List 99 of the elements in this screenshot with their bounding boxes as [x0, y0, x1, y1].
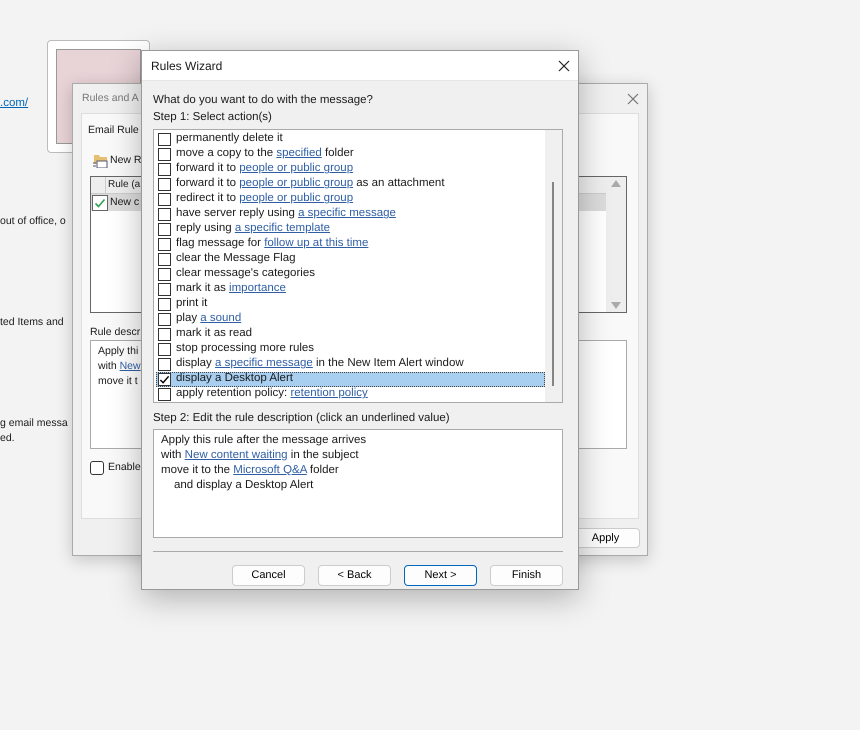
action-text: redirect it to people or public group: [176, 191, 354, 206]
page-link[interactable]: .com/: [0, 95, 28, 112]
checkbox[interactable]: [158, 388, 171, 400]
action-text: have server reply using a specific message: [176, 206, 396, 222]
checkbox-label: Enable: [108, 460, 141, 475]
action-link[interactable]: importance: [229, 282, 286, 294]
dialog-button[interactable]: Finish: [490, 564, 563, 586]
action-text: reply using a specific template: [176, 221, 330, 236]
checkbox[interactable]: [158, 252, 171, 266]
description-link[interactable]: New content waiting: [184, 448, 288, 461]
action-row[interactable]: forward it to people or public group: [156, 162, 545, 176]
checkbox[interactable]: [158, 328, 171, 340]
window-title: Rules and A: [82, 91, 139, 106]
action-text: forward it to people or public group as an attachment: [176, 176, 445, 192]
action-text: mark it as importance: [176, 281, 286, 296]
action-text: print it: [176, 296, 208, 312]
description-link[interactable]: New: [120, 360, 141, 372]
action-text: mark it as read: [176, 326, 252, 342]
checkbox[interactable]: [158, 178, 171, 190]
checkbox[interactable]: [158, 372, 171, 386]
checkbox[interactable]: [158, 192, 171, 206]
action-link[interactable]: people or public group: [239, 177, 354, 190]
checkbox[interactable]: [158, 342, 171, 356]
window-title: Rules Wizard: [151, 58, 222, 74]
action-text: permanently delete it: [176, 131, 283, 146]
checkbox[interactable]: [158, 282, 171, 296]
action-row[interactable]: play a sound: [156, 312, 545, 326]
action-text: apply retention policy: retention policy: [176, 386, 368, 402]
action-row[interactable]: redirect it to people or public group: [156, 192, 545, 206]
page-text: g email messa: [0, 416, 68, 431]
action-text: clear message's categories: [176, 266, 315, 282]
question-text: What do you want to do with the message?: [153, 93, 374, 108]
dialog-button[interactable]: Cancel: [232, 564, 305, 586]
column-header: Rule (a: [107, 178, 140, 192]
checkbox[interactable]: [158, 238, 171, 250]
checkbox[interactable]: [90, 460, 104, 475]
checkbox[interactable]: [158, 298, 171, 310]
description-text: with New: [98, 360, 141, 372]
checkbox[interactable]: [158, 148, 171, 160]
action-row[interactable]: move a copy to the specified folder: [156, 146, 545, 162]
description-text: Apply thi: [98, 345, 138, 357]
description-text: move it t: [98, 375, 138, 387]
description-text: with New content waiting in the subject: [161, 448, 359, 461]
section-label: Rule descr: [90, 325, 140, 340]
action-row[interactable]: print it: [156, 296, 545, 312]
action-row[interactable]: mark it as read: [156, 326, 545, 342]
action-row[interactable]: stop processing more rules: [156, 342, 545, 356]
action-link[interactable]: specified: [276, 147, 322, 160]
new-rule-button[interactable]: New R: [110, 153, 142, 169]
dialog-button[interactable]: Next >: [404, 564, 477, 586]
page-text: ted Items and: [0, 315, 64, 330]
tab[interactable]: Email Rule: [88, 123, 139, 139]
action-row[interactable]: display a specific message in the New Item Alert window: [156, 356, 545, 372]
close-button[interactable]: [558, 60, 570, 72]
action-row[interactable]: permanently delete it: [156, 132, 545, 146]
section-label: Step 1: Select action(s): [153, 110, 273, 126]
action-text: clear the Message Flag: [176, 251, 296, 266]
checkbox[interactable]: [158, 222, 171, 236]
checkbox[interactable]: [158, 208, 171, 220]
action-link[interactable]: follow up at this time: [264, 237, 368, 250]
action-text: display a specific message in the New Item Alert window: [176, 356, 464, 372]
action-row[interactable]: flag message for follow up at this time: [156, 236, 545, 252]
page-text: ed.: [0, 431, 15, 446]
checkbox[interactable]: [158, 268, 171, 280]
action-text: move a copy to the specified folder: [176, 146, 354, 162]
action-link[interactable]: a specific message: [215, 357, 313, 370]
action-text: play a sound: [176, 311, 242, 326]
checkbox[interactable]: [158, 358, 171, 370]
action-link[interactable]: a specific template: [234, 222, 330, 234]
description-text: Apply this rule after the message arrives: [161, 434, 366, 446]
action-row[interactable]: mark it as importance: [156, 282, 545, 296]
action-text: display a Desktop Alert: [176, 371, 293, 386]
action-row[interactable]: forward it to people or public group as an attachment: [156, 176, 545, 192]
checkbox[interactable]: [158, 132, 171, 146]
description-link[interactable]: Microsoft Q&A: [233, 464, 307, 476]
check-icon: [94, 196, 106, 208]
action-text: stop processing more rules: [176, 341, 314, 356]
action-row[interactable]: reply using a specific template: [156, 222, 545, 236]
description-text: and display a Desktop Alert: [174, 478, 314, 491]
folder-icon: [92, 154, 108, 168]
action-row[interactable]: clear message's categories: [156, 266, 545, 282]
description-text: move it to the Microsoft Q&A folder: [161, 464, 339, 476]
action-row[interactable]: apply retention policy: retention policy: [156, 386, 545, 402]
scrollbar-thumb[interactable]: [552, 182, 554, 386]
action-link[interactable]: a sound: [200, 312, 242, 324]
checkbox[interactable]: [158, 162, 171, 176]
action-text: forward it to people or public group: [176, 161, 354, 176]
page-text: out of office, o: [0, 214, 66, 229]
section-label: Step 2: Edit the rule description (click an underlined value): [153, 410, 451, 426]
dialog-button[interactable]: < Back: [318, 564, 391, 586]
action-text: flag message for follow up at this time: [176, 236, 368, 252]
action-row[interactable]: have server reply using a specific message: [156, 206, 545, 222]
action-row[interactable]: display a Desktop Alert: [156, 372, 545, 386]
action-link[interactable]: people or public group: [239, 192, 354, 204]
action-row[interactable]: clear the Message Flag: [156, 252, 545, 266]
action-link[interactable]: retention policy: [290, 387, 368, 400]
action-link[interactable]: a specific message: [298, 207, 396, 220]
checkbox[interactable]: [158, 312, 171, 326]
action-link[interactable]: people or public group: [239, 162, 354, 174]
